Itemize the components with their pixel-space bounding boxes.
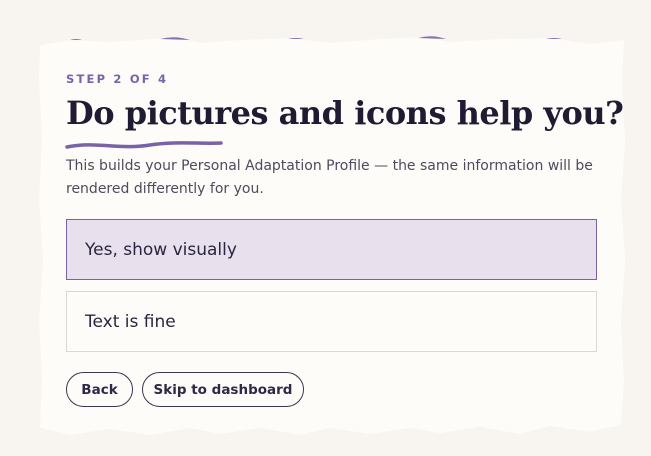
page-title: Do pictures and icons help you? <box>66 94 624 132</box>
option-label: Text is fine <box>85 311 176 332</box>
back-button[interactable]: Back <box>66 372 133 407</box>
page-subtitle: This builds your Personal Adaptation Pro… <box>66 158 593 197</box>
step-indicator: STEP 2 OF 4 <box>66 72 169 86</box>
option-text-is-fine[interactable]: Text is fine <box>66 291 597 352</box>
skip-to-dashboard-button[interactable]: Skip to dashboard <box>142 372 304 407</box>
option-yes-show-visually[interactable]: Yes, show visually <box>66 219 597 280</box>
title-underline-decoration <box>65 141 223 149</box>
option-label: Yes, show visually <box>85 239 237 260</box>
